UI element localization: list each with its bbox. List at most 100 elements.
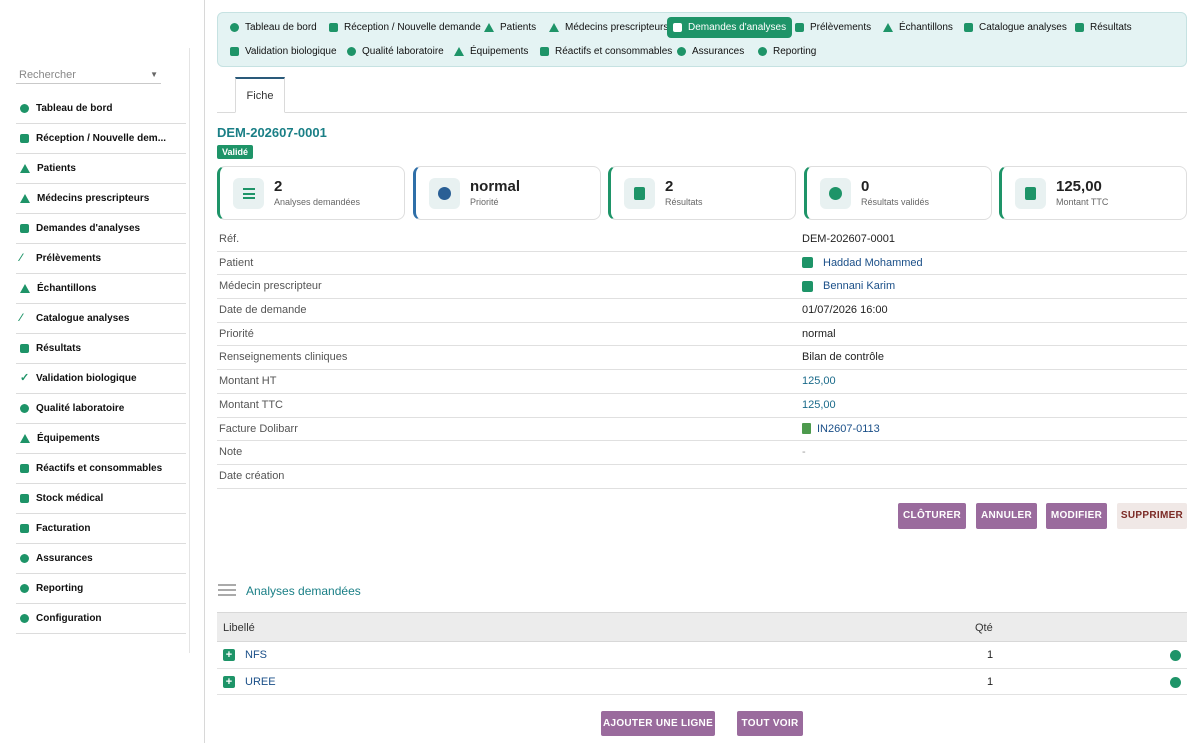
sidebar-item-billing[interactable]: Facturation bbox=[16, 514, 186, 544]
sidebar-item-configuration[interactable]: Configuration bbox=[16, 604, 186, 634]
sidebar-item-label: Qualité laboratoire bbox=[36, 403, 125, 414]
topmenu-item-requests[interactable]: Demandes d'analyses bbox=[667, 17, 793, 38]
close-button[interactable]: CLÔTURER bbox=[898, 503, 966, 529]
user-icon bbox=[484, 23, 494, 32]
topmenu-item-samplings[interactable]: Prélèvements bbox=[789, 17, 877, 38]
analysis-link[interactable]: NFS bbox=[245, 649, 267, 661]
list-icon bbox=[218, 584, 236, 598]
stat-value: 2 bbox=[274, 178, 283, 195]
cancel-button[interactable]: ANNULER bbox=[976, 503, 1037, 529]
sidebar-item-reception[interactable]: Réception / Nouvelle dem... bbox=[16, 124, 186, 154]
analysis-link[interactable]: UREE bbox=[245, 676, 276, 688]
topmenu-item-label: Catalogue analyses bbox=[979, 22, 1067, 33]
detail-label: Renseignements cliniques bbox=[219, 351, 348, 364]
tab-fiche[interactable]: Fiche bbox=[235, 77, 285, 113]
see-all-button[interactable]: TOUT VOIR bbox=[737, 711, 803, 736]
detail-value: 01/07/2026 16:00 bbox=[802, 304, 888, 317]
sidebar-item-patients[interactable]: Patients bbox=[16, 154, 186, 184]
sidebar-item-samplings[interactable]: ⁄ Prélèvements bbox=[16, 244, 186, 274]
stat-card-priority: normal Priorité bbox=[413, 166, 601, 220]
topmenu-item-label: Réception / Nouvelle demande bbox=[344, 22, 481, 33]
sidebar-item-reagents[interactable]: Réactifs et consommables bbox=[16, 454, 186, 484]
topmenu-item-patients[interactable]: Patients bbox=[478, 17, 542, 38]
sidebar-item-doctors[interactable]: Médecins prescripteurs bbox=[16, 184, 186, 214]
sidebar-item-equipment[interactable]: Équipements bbox=[16, 424, 186, 454]
topmenu-item-reporting[interactable]: Reporting bbox=[752, 41, 822, 62]
patient-icon bbox=[802, 257, 813, 269]
sidebar-item-samples[interactable]: Échantillons bbox=[16, 274, 186, 304]
detail-label: Patient bbox=[219, 256, 254, 269]
topmenu-item-samples[interactable]: Échantillons bbox=[877, 17, 959, 38]
detail-label: Date de demande bbox=[219, 304, 307, 317]
detail-value: DEM-202607-0001 bbox=[802, 233, 895, 245]
sidebar-item-insurance[interactable]: Assurances bbox=[16, 544, 186, 574]
shield-icon bbox=[677, 47, 686, 56]
table-row: + NFS 1 bbox=[217, 642, 1187, 669]
search-select[interactable]: Rechercher ▼ bbox=[16, 66, 161, 84]
detail-value: - bbox=[802, 446, 806, 459]
topmenu-item-results[interactable]: Résultats bbox=[1069, 17, 1138, 38]
topmenu-item-doctors[interactable]: Médecins prescripteurs bbox=[543, 17, 674, 38]
sidebar-nav: Tableau de bord Réception / Nouvelle dem… bbox=[16, 94, 186, 634]
topmenu-item-quality[interactable]: Qualité laboratoire bbox=[341, 41, 450, 62]
topmenu-item-reagents[interactable]: Réactifs et consommables bbox=[534, 41, 678, 62]
delete-button[interactable]: SUPPRIMER bbox=[1117, 503, 1187, 529]
detail-row-amount-ht: Montant HT 125,00 bbox=[217, 370, 1187, 394]
topmenu-item-label: Médecins prescripteurs bbox=[565, 22, 669, 33]
topmenu-item-label: Tableau de bord bbox=[245, 22, 317, 33]
topmenu-item-insurance[interactable]: Assurances bbox=[671, 41, 750, 62]
topmenu-item-dashboard[interactable]: Tableau de bord bbox=[224, 17, 323, 38]
tab-bar: Fiche bbox=[217, 77, 1187, 113]
sidebar-item-dashboard[interactable]: Tableau de bord bbox=[16, 94, 186, 124]
vial-icon bbox=[540, 47, 549, 56]
topmenu-item-label: Prélèvements bbox=[810, 22, 872, 33]
clipboard-check-icon bbox=[1075, 23, 1084, 32]
sidebar-item-label: Reporting bbox=[36, 583, 84, 594]
file-icon bbox=[673, 23, 682, 32]
topmenu-item-reception[interactable]: Réception / Nouvelle demande bbox=[323, 17, 487, 38]
pencil-icon bbox=[964, 23, 973, 32]
sidebar-item-quality[interactable]: Qualité laboratoire bbox=[16, 394, 186, 424]
detail-value: 125,00 bbox=[802, 375, 836, 388]
sidebar-item-stock[interactable]: Stock médical bbox=[16, 484, 186, 514]
chevron-down-icon: ▼ bbox=[150, 70, 158, 79]
sidebar-item-label: Équipements bbox=[37, 433, 100, 444]
stat-card-results: 2 Résultats bbox=[608, 166, 796, 220]
sidebar-item-validation[interactable]: ✓ Validation biologique bbox=[16, 364, 186, 394]
detail-row-date: Date de demande 01/07/2026 16:00 bbox=[217, 299, 1187, 323]
flask-icon bbox=[883, 23, 893, 32]
sidebar-item-requests[interactable]: Demandes d'analyses bbox=[16, 214, 186, 244]
sidebar-item-results[interactable]: Résultats bbox=[16, 334, 186, 364]
sidebar-item-reporting[interactable]: Reporting bbox=[16, 574, 186, 604]
add-line-button[interactable]: AJOUTER UNE LIGNE bbox=[601, 711, 715, 736]
detail-label: Montant TTC bbox=[219, 398, 283, 411]
syringe-icon: ⁄ bbox=[20, 252, 22, 264]
topmenu-item-validation[interactable]: Validation biologique bbox=[224, 41, 343, 62]
invoice-icon bbox=[20, 524, 29, 533]
edit-button[interactable]: MODIFIER bbox=[1046, 503, 1107, 529]
left-sidebar: Rechercher ▼ Tableau de bord Réception /… bbox=[0, 0, 205, 743]
sidebar-item-label: Demandes d'analyses bbox=[36, 223, 141, 234]
invoice-dollar-icon bbox=[1015, 178, 1046, 209]
stat-value: 2 bbox=[665, 178, 674, 195]
invoice-link[interactable]: IN2607-0113 bbox=[802, 423, 880, 435]
patient-link[interactable]: Haddad Mohammed bbox=[802, 257, 923, 269]
topmenu-item-catalog[interactable]: Catalogue analyses bbox=[958, 17, 1073, 38]
boxes-icon bbox=[20, 494, 29, 503]
detail-row-doctor: Médecin prescripteur Bennani Karim bbox=[217, 275, 1187, 300]
stat-value: normal bbox=[470, 178, 521, 195]
invoice-ref: IN2607-0113 bbox=[817, 422, 880, 435]
detail-row-created: Date création bbox=[217, 465, 1187, 489]
doctor-link[interactable]: Bennani Karim bbox=[802, 280, 895, 292]
check-double-icon: ✓ bbox=[20, 372, 30, 384]
topmenu-item-equipment[interactable]: Équipements bbox=[448, 41, 534, 62]
topmenu-item-label: Qualité laboratoire bbox=[362, 46, 444, 57]
pencil-icon: ⁄ bbox=[20, 312, 22, 324]
sidebar-item-catalog[interactable]: ⁄ Catalogue analyses bbox=[16, 304, 186, 334]
sidebar-item-label: Réception / Nouvelle dem... bbox=[36, 133, 167, 144]
vial-icon bbox=[20, 464, 29, 473]
stat-card-validated: 0 Résultats validés bbox=[804, 166, 992, 220]
topmenu-item-label: Reporting bbox=[773, 46, 817, 57]
alert-circle-icon bbox=[429, 178, 460, 209]
badge-icon bbox=[20, 404, 29, 413]
